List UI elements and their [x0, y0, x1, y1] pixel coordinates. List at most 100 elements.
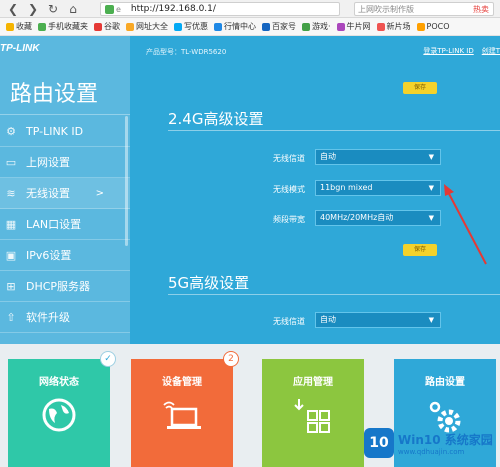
- channel-24g-label: 无线信道: [273, 154, 305, 163]
- tile-label: 设备管理: [162, 377, 202, 388]
- sidebar-title: 路由设置: [10, 82, 99, 107]
- main-panel: 产品型号：TL-WDR5620 登录TP-LINK ID 创建T 保存 2.4G…: [130, 36, 500, 344]
- sidebar-item-label: IPv6设置: [26, 249, 72, 262]
- bookmark-favicon-icon: [126, 22, 134, 31]
- apps-icon: [294, 399, 330, 433]
- bookmark-favicon-icon: [336, 22, 345, 31]
- sidebar-item[interactable]: ▣ IPv6设置: [0, 240, 130, 271]
- sidebar-item-label: 上网设置: [26, 156, 70, 169]
- sidebar-item[interactable]: ▭ 上网设置: [0, 147, 130, 178]
- sidebar: TP-LINK 路由设置 ⚙ TP-LINK ID ▭ 上网设置 ≋ 无线设置 > ▦ LAN口…: [0, 36, 130, 344]
- create-link[interactable]: 创建T: [482, 46, 500, 56]
- bookmark-item[interactable]: 谷歌: [94, 21, 120, 32]
- chevron-down-icon: ▼: [428, 316, 434, 324]
- bookmark-favicon-icon: [214, 22, 222, 31]
- sidebar-item-label: 无线设置: [26, 187, 70, 200]
- bookmark-favicon-icon: [302, 22, 310, 31]
- home-icon[interactable]: ⌂: [66, 1, 80, 17]
- channel-5g-select[interactable]: 自动 ▼: [315, 312, 441, 328]
- back-icon[interactable]: ❮: [6, 1, 20, 17]
- sidebar-scrollbar[interactable]: [125, 116, 128, 246]
- bookmark-favicon-icon: [38, 22, 46, 31]
- bookmark-label: 百家号: [272, 22, 296, 31]
- url-prefix: e: [116, 4, 121, 14]
- search-hint: 上网吹示制作版: [358, 4, 414, 14]
- channel-24g-value: 自动: [320, 152, 336, 161]
- bandwidth-24g-label: 频段带宽: [273, 215, 305, 224]
- check-badge-icon: ✓: [100, 351, 116, 367]
- save-button-top[interactable]: 保存: [403, 82, 437, 94]
- bandwidth-24g-select[interactable]: 40MHz/20MHz自动 ▼: [315, 210, 441, 226]
- bookmark-item[interactable]: 牛片网: [336, 21, 371, 32]
- watermark-text: Win10 系统家园 www.qdhuajin.com: [398, 431, 493, 456]
- search-input[interactable]: 上网吹示制作版 热卖: [354, 2, 494, 16]
- forward-icon[interactable]: ❯: [26, 1, 40, 17]
- channel-24g-select[interactable]: 自动 ▼: [315, 149, 441, 165]
- bookmark-label: 游戏·: [312, 22, 331, 31]
- internet-icon: ▭: [5, 155, 17, 169]
- bookmark-item[interactable]: 写优惠: [174, 21, 208, 32]
- bookmark-item[interactable]: 收藏: [6, 21, 32, 32]
- bookmark-item[interactable]: 游戏·: [302, 21, 331, 32]
- bookmark-label: 牛片网: [346, 22, 371, 31]
- browser-address-bar: ❮ ❯ ↻ ⌂ e http://192.168.0.1/ 上网吹示制作版 热卖: [0, 0, 500, 18]
- sidebar-item-label: TP-LINK ID: [26, 124, 84, 138]
- channel-5g-label: 无线信道: [273, 317, 305, 326]
- bookmark-item[interactable]: 百家号: [262, 21, 296, 32]
- wifi-icon: ≋: [6, 186, 16, 200]
- mode-24g-value: 11bgn mixed: [320, 183, 373, 192]
- section-24g-title: 2.4G高级设置: [168, 110, 264, 128]
- bookmark-item[interactable]: 行情中心: [214, 21, 256, 32]
- chevron-right-icon: >: [95, 187, 104, 199]
- tile-app-management[interactable]: 应用管理: [262, 359, 364, 467]
- hot-sale-link[interactable]: 热卖: [473, 4, 489, 15]
- tile-device-management[interactable]: 2 设备管理: [131, 351, 239, 467]
- bookmark-item[interactable]: 手机收藏夹: [38, 21, 88, 32]
- bookmark-favicon-icon: [94, 22, 102, 31]
- channel-5g-value: 自动: [320, 315, 336, 324]
- login-tplink-id-link[interactable]: 登录TP-LINK ID: [423, 46, 473, 56]
- laptop-wifi-icon: [163, 401, 201, 429]
- product-model: 产品型号：TL-WDR5620: [146, 48, 227, 56]
- count-badge: 2: [223, 351, 239, 367]
- bookmark-item[interactable]: POCO: [416, 22, 450, 31]
- bookmark-item[interactable]: 网址大全: [126, 21, 168, 32]
- ipv6-icon: ▣: [5, 248, 17, 262]
- lan-icon: ▦: [5, 217, 17, 231]
- tp-link-logo: TP-LINK: [0, 43, 40, 54]
- bookmarks-bar: 收藏 手机收藏夹 谷歌 网址大全 写优惠 行情中心 百家号 游戏· 牛片网 新片场 POCO: [0, 18, 500, 36]
- sidebar-item[interactable]: ⚙ TP-LINK ID: [0, 116, 130, 147]
- bookmark-favicon-icon: [416, 22, 425, 31]
- refresh-icon[interactable]: ↻: [46, 1, 60, 17]
- bandwidth-24g-value: 40MHz/20MHz自动: [320, 213, 394, 222]
- url-input[interactable]: e http://192.168.0.1/: [100, 2, 340, 16]
- bookmark-label: 新片场: [386, 22, 411, 31]
- tile-network-status[interactable]: ✓ 网络状态: [8, 351, 116, 467]
- watermark: 10 Win10 系统家园 www.qdhuajin.com: [364, 428, 493, 458]
- section-24g-divider: [168, 130, 500, 131]
- bookmark-favicon-icon: [262, 22, 270, 31]
- bookmark-favicon-icon: [376, 22, 385, 31]
- sidebar-item[interactable]: ≋ 无线设置 >: [0, 178, 130, 209]
- sidebar-item[interactable]: ▦ LAN口设置: [0, 209, 130, 240]
- bookmark-favicon-icon: [174, 22, 182, 31]
- mode-24g-select[interactable]: 11bgn mixed ▼: [315, 180, 441, 196]
- save-button-24g[interactable]: 保存: [403, 244, 437, 256]
- watermark-title: Win10 系统家园: [398, 432, 493, 447]
- dhcp-icon: ⊞: [6, 279, 16, 293]
- mode-24g-label: 无线模式: [273, 185, 305, 194]
- watermark-url: www.qdhuajin.com: [398, 447, 465, 456]
- bookmark-label: 网址大全: [136, 22, 168, 31]
- chevron-down-icon: ▼: [428, 184, 434, 192]
- url-text: http://192.168.0.1/: [130, 4, 216, 14]
- win10-logo: 10: [364, 428, 394, 458]
- sidebar-item[interactable]: ⊞ DHCP服务器: [0, 271, 130, 302]
- bookmark-label: 谷歌: [104, 22, 120, 31]
- section-5g-title: 5G高级设置: [168, 274, 250, 292]
- bookmark-label: POCO: [426, 22, 450, 31]
- sidebar-item[interactable]: ⇧ 软件升级: [0, 302, 130, 333]
- sidebar-menu: ⚙ TP-LINK ID ▭ 上网设置 ≋ 无线设置 > ▦ LAN口设置 ▣ IPv6设置 ⊞ DHC…: [0, 116, 130, 333]
- sidebar-item-label: LAN口设置: [26, 218, 82, 231]
- chevron-down-icon: ▼: [428, 214, 434, 222]
- bookmark-item[interactable]: 新片场: [376, 21, 411, 32]
